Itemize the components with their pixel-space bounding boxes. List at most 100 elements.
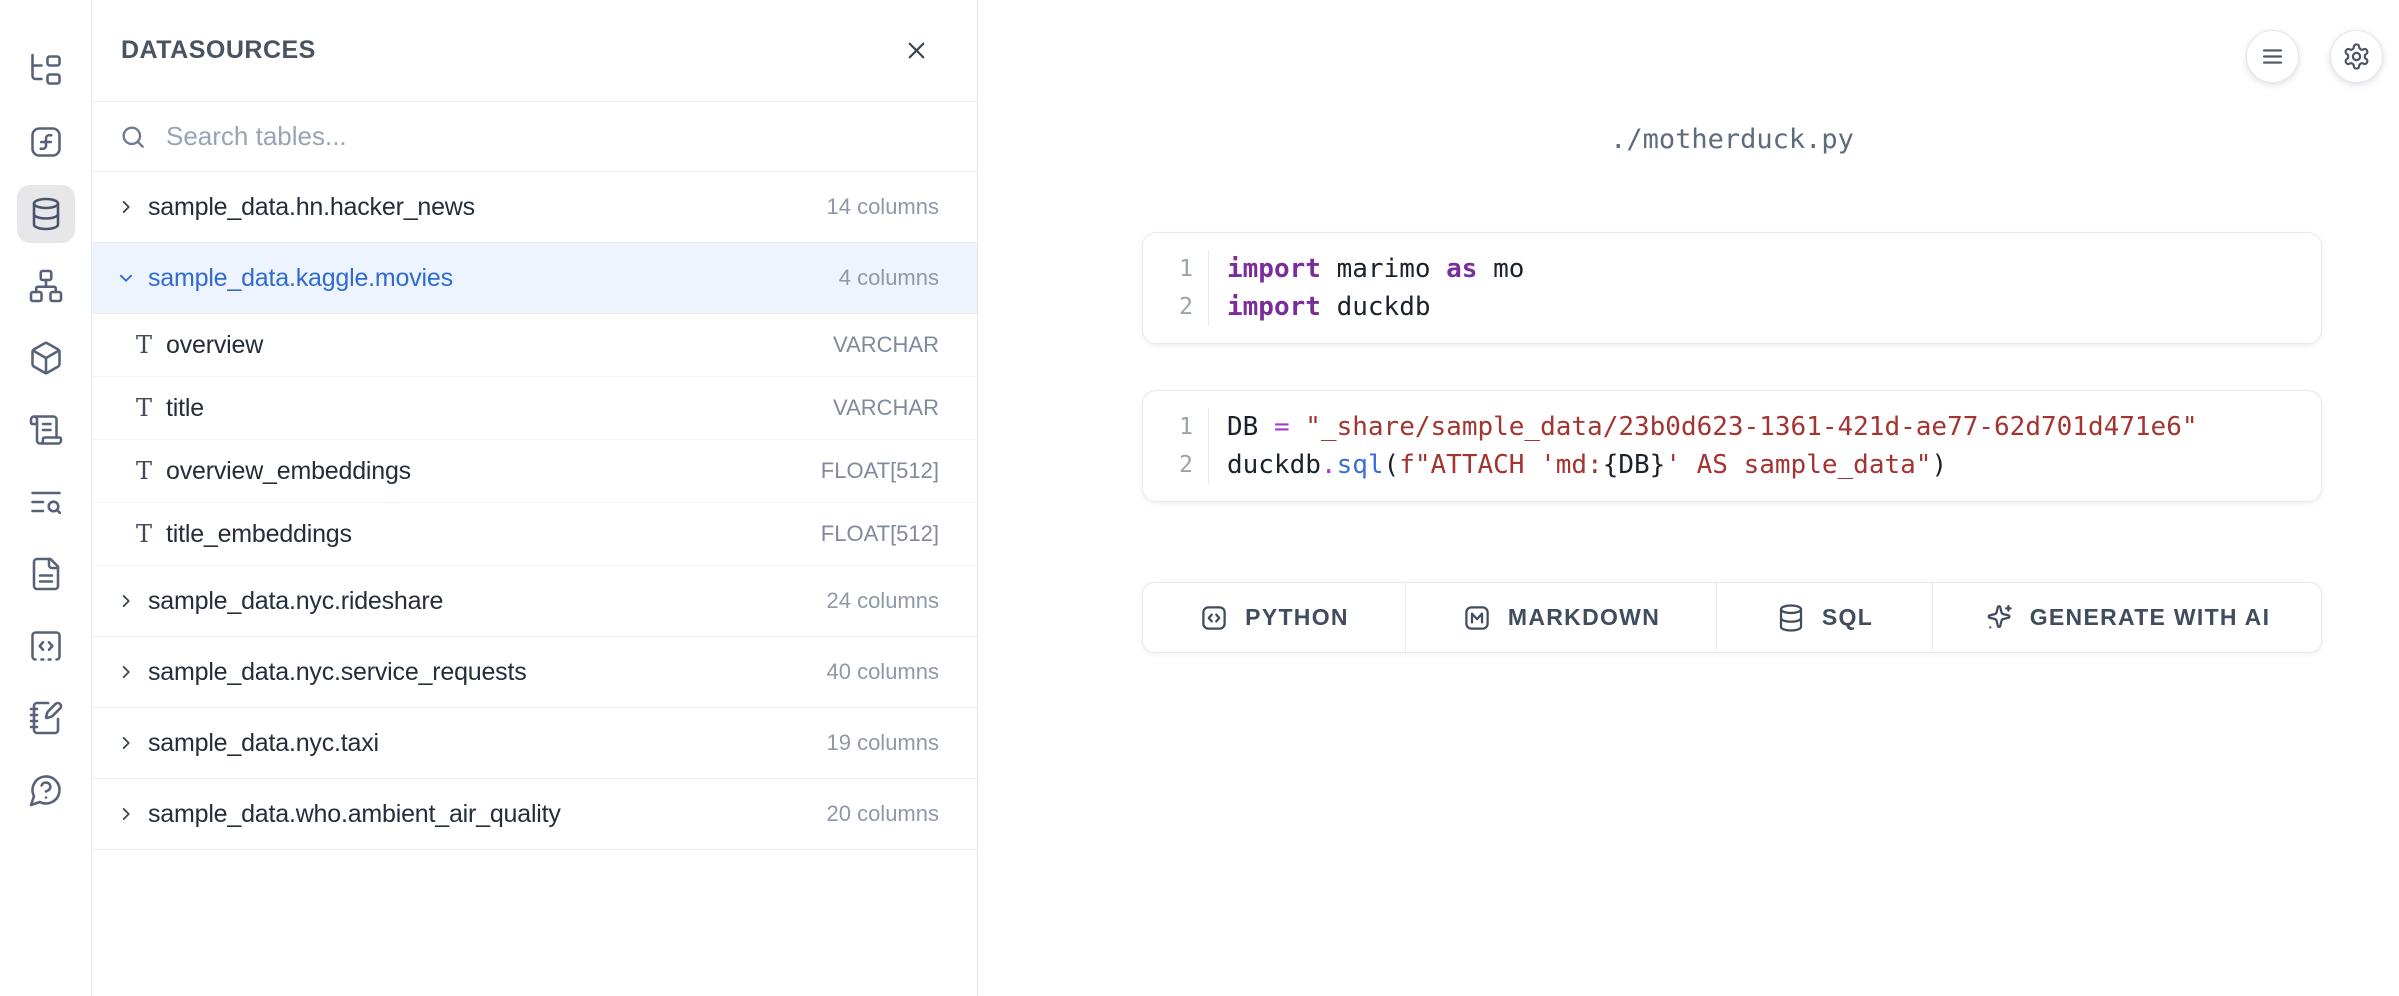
search-input[interactable] (166, 121, 940, 152)
table-name: sample_data.hn.hacker_news (148, 193, 826, 222)
help-message-icon (28, 772, 64, 808)
rail-item-file-explorer[interactable] (17, 41, 75, 99)
rail-item-datasources[interactable] (17, 185, 75, 243)
chevron-right-icon (115, 590, 137, 612)
code-token: ) (1931, 450, 1947, 480)
notebook-column: ./motherduck.py 1 2 import marimo as mo … (1142, 0, 2322, 653)
code-cell-imports[interactable]: 1 2 import marimo as mo import duckdb (1142, 232, 2322, 344)
file-text-icon (28, 556, 64, 592)
table-list: sample_data.hn.hacker_news 14 columns sa… (92, 172, 977, 850)
table-row-ambient-air-quality[interactable]: sample_data.who.ambient_air_quality 20 c… (92, 779, 977, 850)
code-line: DB = "_share/sample_data/23b0d623-1361-4… (1227, 408, 2198, 446)
code-token: = (1274, 412, 1290, 442)
line-number-gutter: 1 2 (1143, 408, 1209, 484)
code-token: duckdb (1227, 450, 1321, 480)
line-number: 1 (1179, 408, 1193, 446)
line-number: 2 (1179, 288, 1193, 326)
column-type: VARCHAR (833, 332, 939, 358)
code-cell-attach-db[interactable]: 1 2 DB = "_share/sample_data/23b0d623-13… (1142, 390, 2322, 502)
varchar-type-icon: T (133, 331, 155, 359)
table-name: sample_data.kaggle.movies (148, 264, 839, 293)
table-name: sample_data.nyc.taxi (148, 729, 826, 758)
column-name: title_embeddings (166, 520, 821, 549)
chevron-right-icon (115, 661, 137, 683)
code-token: . (1321, 450, 1337, 480)
panel-header: DATASOURCES (92, 0, 977, 102)
table-row-hacker-news[interactable]: sample_data.hn.hacker_news 14 columns (92, 172, 977, 243)
chevron-right-icon (115, 803, 137, 825)
package-box-icon (28, 340, 64, 376)
sparkles-icon (1984, 603, 2014, 633)
line-number: 2 (1179, 446, 1193, 484)
table-name: sample_data.who.ambient_air_quality (148, 800, 826, 829)
varchar-type-icon: T (133, 520, 155, 548)
network-icon (28, 268, 64, 304)
add-python-cell-button[interactable]: PYTHON (1143, 583, 1406, 652)
top-actions (2246, 30, 2383, 83)
code-line: duckdb.sql(f"ATTACH 'md:{DB}' AS sample_… (1227, 446, 2198, 484)
rail-item-documentation[interactable] (17, 545, 75, 603)
notebook-pen-icon (28, 700, 64, 736)
chevron-right-icon (115, 196, 137, 218)
column-name: title (166, 394, 833, 423)
code-line: import marimo as mo (1227, 250, 1524, 288)
code-token: DB (1227, 412, 1274, 442)
column-type: VARCHAR (833, 395, 939, 421)
varchar-type-icon: T (133, 394, 155, 422)
add-button-label: PYTHON (1245, 604, 1349, 631)
database-icon (28, 196, 64, 232)
code-token: import (1227, 292, 1321, 322)
scroll-text-icon (28, 412, 64, 448)
table-row-rideshare[interactable]: sample_data.nyc.rideshare 24 columns (92, 566, 977, 637)
add-button-label: GENERATE WITH AI (2030, 604, 2271, 631)
close-icon (903, 37, 930, 64)
rail-item-snippets[interactable] (17, 617, 75, 675)
column-row-title[interactable]: T title VARCHAR (92, 377, 977, 440)
add-button-label: SQL (1822, 604, 1873, 631)
code-square-icon (1199, 603, 1229, 633)
table-name: sample_data.nyc.rideshare (148, 587, 826, 616)
table-column-count: 14 columns (826, 194, 939, 220)
rail-item-variables[interactable] (17, 113, 75, 171)
database-icon (1776, 603, 1806, 633)
function-square-icon (28, 124, 64, 160)
column-row-title-embeddings[interactable]: T title_embeddings FLOAT[512] (92, 503, 977, 566)
code-token: as (1446, 254, 1477, 284)
generate-with-ai-button[interactable]: GENERATE WITH AI (1933, 583, 2321, 652)
add-cell-bar: PYTHON MARKDOWN SQL GENERATE WITH AI (1142, 582, 2322, 653)
code-token (1290, 412, 1306, 442)
code-editor[interactable]: import marimo as mo import duckdb (1209, 250, 1524, 326)
table-search-bar (92, 102, 977, 172)
add-markdown-cell-button[interactable]: MARKDOWN (1406, 583, 1717, 652)
gear-icon (2342, 42, 2371, 71)
table-column-count: 40 columns (826, 659, 939, 685)
text-search-icon (28, 484, 64, 520)
search-icon (119, 123, 147, 151)
table-column-count: 20 columns (826, 801, 939, 827)
code-token: sql (1337, 450, 1384, 480)
notebook-area: ./motherduck.py 1 2 import marimo as mo … (978, 0, 2399, 996)
settings-button[interactable] (2330, 30, 2383, 83)
column-row-overview[interactable]: T overview VARCHAR (92, 314, 977, 377)
code-token: import (1227, 254, 1321, 284)
table-row-service-requests[interactable]: sample_data.nyc.service_requests 40 colu… (92, 637, 977, 708)
add-button-label: MARKDOWN (1508, 604, 1660, 631)
table-row-kaggle-movies[interactable]: sample_data.kaggle.movies 4 columns (92, 243, 977, 314)
rail-item-packages[interactable] (17, 329, 75, 387)
rail-item-help[interactable] (17, 761, 75, 819)
datasources-panel: DATASOURCES sample_data.hn.hacker_news 1… (92, 0, 978, 996)
rail-item-search-logs[interactable] (17, 473, 75, 531)
file-tree-icon (28, 52, 64, 88)
line-number-gutter: 1 2 (1143, 250, 1209, 326)
rail-item-logs[interactable] (17, 401, 75, 459)
table-name: sample_data.nyc.service_requests (148, 658, 826, 687)
line-number: 1 (1179, 250, 1193, 288)
code-editor[interactable]: DB = "_share/sample_data/23b0d623-1361-4… (1209, 408, 2198, 484)
close-panel-button[interactable] (897, 32, 935, 70)
column-row-overview-embeddings[interactable]: T overview_embeddings FLOAT[512] (92, 440, 977, 503)
add-sql-cell-button[interactable]: SQL (1717, 583, 1933, 652)
table-row-taxi[interactable]: sample_data.nyc.taxi 19 columns (92, 708, 977, 779)
menu-button[interactable] (2246, 30, 2299, 83)
rail-item-scratchpad[interactable] (17, 689, 75, 747)
rail-item-dependencies[interactable] (17, 257, 75, 315)
